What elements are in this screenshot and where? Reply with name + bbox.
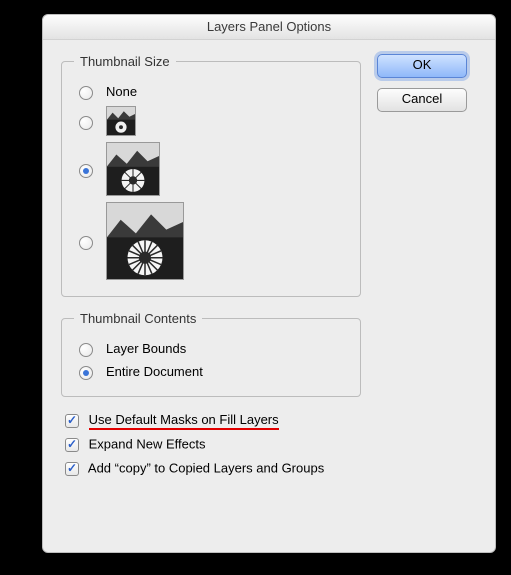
expand-new-effects-checkbox[interactable] — [65, 438, 79, 452]
cancel-button[interactable]: Cancel — [377, 88, 467, 112]
thumbnail-size-none-label[interactable]: None — [106, 84, 137, 99]
thumbnail-size-legend: Thumbnail Size — [74, 54, 176, 69]
button-column: OK Cancel — [377, 54, 477, 122]
thumbnail-preview-large — [106, 202, 184, 280]
thumbnail-preview-medium — [106, 142, 160, 196]
dialog-title: Layers Panel Options — [43, 15, 495, 40]
use-default-masks-label[interactable]: Use Default Masks on Fill Layers — [89, 412, 279, 430]
entire-document-label[interactable]: Entire Document — [106, 364, 203, 379]
add-copy-checkbox[interactable] — [65, 462, 79, 476]
thumbnail-preview-small — [106, 106, 136, 136]
thumbnail-size-group: Thumbnail Size None — [61, 54, 361, 297]
use-default-masks-checkbox[interactable] — [65, 414, 79, 428]
add-copy-label[interactable]: Add “copy” to Copied Layers and Groups — [88, 460, 324, 475]
layers-panel-options-dialog: Layers Panel Options OK Cancel Thumbnail… — [42, 14, 496, 553]
layer-bounds-label[interactable]: Layer Bounds — [106, 341, 186, 356]
thumbnail-size-none-radio[interactable] — [79, 86, 93, 100]
thumbnail-size-medium-radio[interactable] — [79, 164, 93, 178]
expand-new-effects-label[interactable]: Expand New Effects — [89, 436, 206, 451]
thumbnail-size-large-radio[interactable] — [79, 236, 93, 250]
thumbnail-contents-legend: Thumbnail Contents — [74, 311, 202, 326]
entire-document-radio[interactable] — [79, 366, 93, 380]
layer-bounds-radio[interactable] — [79, 343, 93, 357]
ok-button[interactable]: OK — [377, 54, 467, 78]
thumbnail-size-small-radio[interactable] — [79, 116, 93, 130]
thumbnail-contents-group: Thumbnail Contents Layer Bounds Entire D… — [61, 311, 361, 397]
